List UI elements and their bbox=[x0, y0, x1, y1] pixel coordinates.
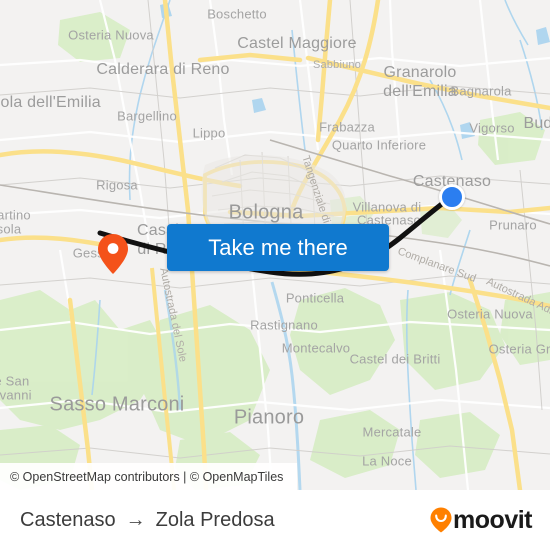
route-destination-label: Zola Predosa bbox=[155, 508, 275, 531]
moovit-route-widget: Boschetto Osteria Nuova Castel Maggiore Sab… bbox=[0, 0, 550, 550]
moovit-logo[interactable]: moovit bbox=[430, 507, 532, 533]
moovit-wordmark: moovit bbox=[453, 505, 532, 534]
map-attribution[interactable]: © OpenStreetMap contributors | © OpenMap… bbox=[0, 463, 298, 490]
take-me-there-button[interactable]: Take me there bbox=[167, 224, 389, 271]
footer-bar: Castenaso → Zola Predosa moovit bbox=[0, 490, 550, 550]
attribution-text: © OpenStreetMap contributors | © OpenMap… bbox=[10, 469, 284, 484]
route-summary: Castenaso → Zola Predosa bbox=[20, 509, 275, 532]
moovit-pin-icon bbox=[430, 507, 452, 533]
route-origin-label: Castenaso bbox=[20, 508, 116, 531]
circle-dot-icon[interactable] bbox=[439, 184, 465, 210]
arrow-right-icon: → bbox=[125, 509, 146, 531]
map-viewport[interactable]: Boschetto Osteria Nuova Castel Maggiore Sab… bbox=[0, 0, 550, 490]
